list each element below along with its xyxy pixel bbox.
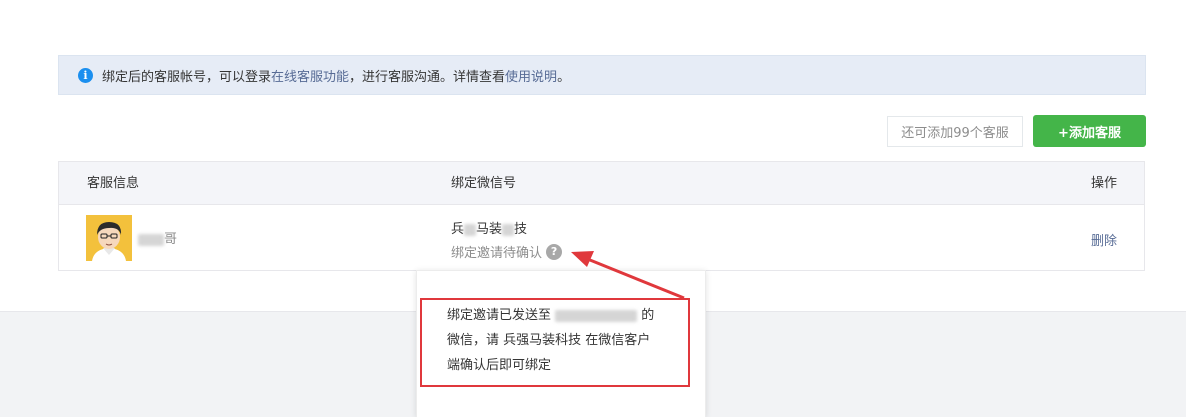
- add-service-button[interactable]: +添加客服: [1033, 115, 1146, 147]
- notice-text-after: 。: [557, 69, 571, 85]
- usage-guide-link[interactable]: 使用说明: [505, 66, 557, 85]
- blurred-wechat-part-2: [502, 223, 515, 236]
- bind-status: 绑定邀请待确认 ?: [451, 242, 563, 261]
- bind-status-text: 绑定邀请待确认: [451, 246, 543, 261]
- avatar-image: [86, 215, 132, 261]
- wechat-name-suffix: 技: [514, 222, 528, 237]
- wechat-name-prefix: 兵: [451, 222, 465, 237]
- service-table: 客服信息 绑定微信号 操作 哥 兵马装技 绑定邀请待确认 ? 删除: [58, 161, 1145, 271]
- table-row: 哥 兵马装技 绑定邀请待确认 ? 删除: [59, 205, 1144, 271]
- blurred-wechat-part: [464, 223, 477, 236]
- info-icon: i: [78, 67, 93, 83]
- quota-indicator: 还可添加99个客服: [887, 116, 1023, 147]
- online-service-link[interactable]: 在线客服功能: [271, 66, 349, 85]
- notice-text-middle: ，进行客服沟通。详情查看: [349, 69, 506, 85]
- notice-text-before: 绑定后的客服帐号，可以登录: [102, 69, 272, 85]
- wechat-name: 兵马装技: [451, 218, 527, 237]
- header-service-info: 客服信息: [87, 176, 140, 191]
- table-header: 客服信息 绑定微信号 操作: [59, 162, 1144, 205]
- question-icon[interactable]: ?: [546, 243, 563, 260]
- header-action: 操作: [1090, 176, 1117, 191]
- annotation-highlight-box: [420, 298, 690, 387]
- service-name: 哥: [138, 228, 177, 247]
- header-wechat: 绑定微信号: [451, 176, 517, 191]
- avatar: [86, 215, 132, 261]
- wechat-name-middle: 马装: [476, 222, 503, 237]
- name-suffix: 哥: [164, 232, 178, 247]
- notice-bar: i 绑定后的客服帐号，可以登录 在线客服功能 ，进行客服沟通。详情查看 使用说明…: [58, 55, 1146, 95]
- delete-link[interactable]: 删除: [1091, 230, 1117, 249]
- blurred-name-part: [138, 233, 164, 246]
